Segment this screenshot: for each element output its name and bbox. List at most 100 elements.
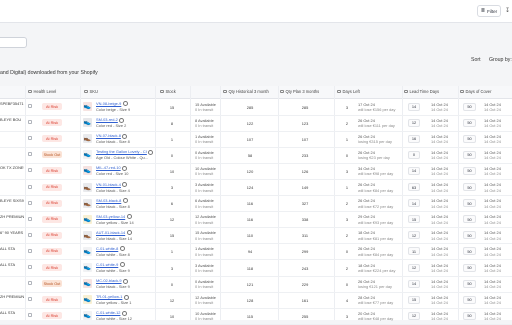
table-row[interactable]: At Risk 👞 VN-01-black-4 Color black - Size … [0, 180, 512, 196]
table-row[interactable]: SPEBF35471 At Risk 👟 VN-08-beige-9 Color bei… [0, 99, 512, 116]
column-header-stock[interactable]: Stock [160, 89, 176, 94]
info-icon[interactable] [122, 198, 128, 204]
days-of-cover-input[interactable]: 50 [463, 263, 476, 272]
info-icon[interactable] [119, 117, 125, 123]
lead-time-input[interactable]: 12 [408, 231, 420, 240]
lead-time-input[interactable]: 11 [408, 247, 420, 256]
column-header-lead-time[interactable]: Lead Time Days [404, 89, 439, 94]
lead-time-input[interactable]: 14 [408, 102, 420, 111]
sku-link[interactable]: SM-03-yellow-14 [96, 214, 132, 220]
sku-link[interactable]: SM-03-red-2 [96, 117, 125, 123]
days-of-cover-input[interactable]: 50 [463, 279, 476, 288]
row-checkbox[interactable] [28, 168, 32, 173]
table-row[interactable]: B-EYE BOU At Risk 👟 SM-03-red-2 Color red - … [0, 115, 512, 132]
lead-time-input[interactable]: 12 [408, 118, 420, 127]
lead-time-input[interactable]: 15 [408, 295, 420, 304]
days-of-cover-input[interactable]: 50 [463, 183, 476, 191]
sku-link[interactable]: VN-01-black-4 [96, 181, 128, 187]
info-icon[interactable] [148, 149, 154, 155]
cover-date-2: 14 Oct 24 [484, 139, 501, 145]
table-row[interactable]: Stock Out 👟 MC-02-black-9 Color black - Siz… [0, 276, 512, 293]
days-of-cover-input[interactable]: 50 [463, 199, 476, 208]
info-icon[interactable] [122, 101, 128, 107]
info-icon[interactable] [123, 294, 129, 300]
days-of-cover-input[interactable]: 50 [463, 150, 476, 159]
sku-link[interactable]: VN-07-black-8 [96, 133, 128, 139]
table-row[interactable]: ZH PREMIUN At Risk 👟 TR-01-yellow-1 Color ye… [0, 292, 512, 309]
sku-link[interactable]: MIL-47-red-10 [96, 165, 128, 171]
sku-link[interactable]: MC-02-black-9 [96, 278, 129, 284]
days-of-cover-input[interactable]: 50 [463, 102, 476, 111]
qty-historical: 115 [246, 313, 254, 319]
checkbox-icon[interactable] [28, 89, 32, 94]
info-icon[interactable] [122, 133, 128, 139]
row-checkbox[interactable] [28, 232, 32, 237]
sku-link[interactable]: TR-01-yellow-1 [96, 294, 129, 300]
row-checkbox[interactable] [28, 184, 32, 189]
days-of-cover-input[interactable]: 50 [463, 166, 476, 175]
days-of-cover-input[interactable]: 50 [463, 311, 476, 320]
days-of-cover-input[interactable]: 50 [463, 231, 476, 240]
search-input[interactable] [0, 37, 27, 48]
column-header-hist[interactable]: Qty Historical 3 month [223, 89, 269, 94]
table-row[interactable]: B-EYE SIXS9 At Risk 👞 SM-03-black-8 Color bl… [0, 196, 512, 213]
row-checkbox[interactable] [28, 297, 32, 302]
column-header-cover[interactable]: Days of Cover [460, 89, 491, 94]
info-icon[interactable] [122, 165, 128, 171]
lead-time-input[interactable]: 14 [408, 199, 420, 208]
row-checkbox[interactable] [28, 104, 32, 108]
sort-button[interactable]: Sort [471, 57, 481, 63]
lead-time-input[interactable]: 14 [408, 166, 420, 175]
info-icon[interactable] [122, 181, 128, 187]
row-checkbox[interactable] [28, 216, 32, 221]
days-of-cover-input[interactable]: 50 [463, 247, 476, 256]
row-checkbox[interactable] [28, 136, 32, 141]
lead-time-input[interactable]: 12 [408, 263, 420, 272]
row-checkbox[interactable] [28, 248, 32, 253]
table-row[interactable]: OK TX ZONE* At Risk 👟 MIL-47-red-10 Color re… [0, 163, 512, 180]
sku-link[interactable]: Testing the Gallon Lovely - CI [96, 149, 154, 155]
row-checkbox[interactable] [28, 265, 32, 269]
column-header-health[interactable]: Health Level [28, 89, 56, 94]
download-icon[interactable]: ↧ [505, 7, 510, 14]
days-of-cover-input[interactable]: 50 [463, 295, 476, 304]
row-checkbox[interactable] [28, 152, 32, 157]
group-by-button[interactable]: Group by: [489, 57, 512, 63]
lead-time-input[interactable]: 63 [408, 183, 420, 191]
row-checkbox[interactable] [28, 200, 32, 205]
info-icon[interactable] [121, 310, 127, 316]
row-checkbox[interactable] [28, 281, 32, 286]
info-icon[interactable] [126, 230, 132, 236]
table-row[interactable]: ALL STA At Risk 👟 C-01-white-8 Color white -… [0, 244, 512, 261]
days-of-cover-input[interactable]: 50 [463, 215, 476, 224]
table-row[interactable]: 6" 90 YEARS At Risk 👞 AUT-01-black-14 Color … [0, 228, 512, 245]
sku-link[interactable]: C-01-white-12 [96, 310, 127, 316]
lead-time-input[interactable]: 14 [408, 279, 420, 288]
table-row[interactable]: ZH PREMIUN At Risk 👟 SM-03-yellow-14 Color y… [0, 212, 512, 229]
info-icon[interactable] [126, 214, 132, 220]
info-icon[interactable] [123, 278, 129, 284]
sku-link[interactable]: C-01-white-8 [96, 246, 125, 252]
row-checkbox[interactable] [28, 313, 32, 318]
days-of-cover-input[interactable]: 50 [463, 118, 476, 127]
info-icon[interactable] [119, 246, 125, 252]
column-header-days-left[interactable]: Days Left [337, 89, 360, 94]
filter-button[interactable]: ≣ Filter [477, 5, 501, 17]
table-row[interactable]: Stock Out 👟 Testing the Gallon Lovely - CI… [0, 147, 512, 164]
table-row[interactable]: At Risk 👞 VN-07-black-8 Color black - Size … [0, 131, 512, 148]
column-header-plan[interactable]: Qty Plan 3 months [280, 89, 319, 94]
sku-link[interactable]: VN-08-beige-9 [96, 101, 128, 107]
sku-link[interactable]: SM-03-black-8 [96, 198, 128, 204]
sku-link[interactable]: AUT-01-black-14 [96, 230, 132, 236]
lead-time-input[interactable]: 15 [408, 215, 420, 224]
days-of-cover-input[interactable]: 50 [463, 134, 476, 143]
table-row[interactable]: ALL STA At Risk 👟 C-01-white-9 Color white -… [0, 260, 512, 277]
lead-time-input[interactable]: 12 [408, 311, 420, 320]
column-header-sku[interactable]: SKU [84, 89, 98, 94]
info-icon[interactable] [119, 262, 125, 268]
table-row[interactable]: ALL STA At Risk 👟 C-01-white-12 Color white … [0, 308, 512, 325]
lead-time-input[interactable]: 0 [408, 150, 420, 159]
lead-time-input[interactable]: 16 [408, 134, 420, 143]
row-checkbox[interactable] [28, 120, 32, 125]
sku-link[interactable]: C-01-white-9 [96, 262, 125, 268]
